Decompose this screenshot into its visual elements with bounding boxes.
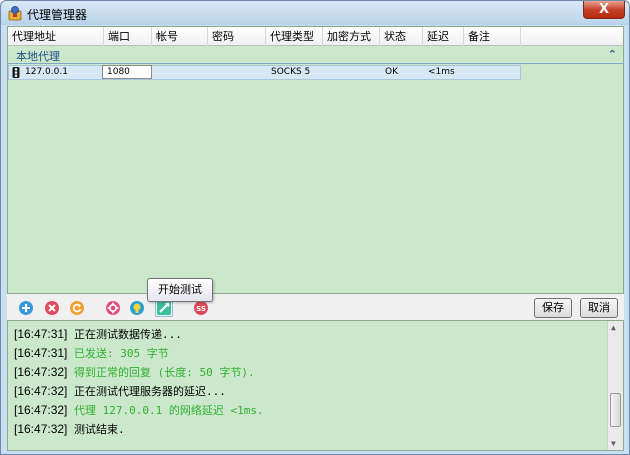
column-header-encryption[interactable]: 加密方式 — [323, 27, 380, 46]
start-test-icon — [157, 301, 171, 315]
log-timestamp: [16:47:32] — [14, 422, 68, 436]
log-message: 已发送: 305 字节 — [74, 347, 169, 360]
traffic-light-icon — [12, 67, 20, 78]
refresh-icon — [70, 301, 84, 315]
log-message: 测试结束. — [74, 423, 125, 436]
cell-status: OK — [385, 67, 398, 77]
save-button[interactable]: 保存 — [534, 298, 572, 318]
log-scrollbar[interactable]: ▲ ▼ — [607, 321, 623, 450]
log-message: 正在测试代理服务器的延迟... — [74, 385, 226, 398]
log-timestamp: [16:47:31] — [14, 327, 68, 341]
add-icon — [19, 301, 33, 315]
refresh-button[interactable] — [69, 300, 85, 316]
ss-icon: SS — [194, 301, 208, 315]
column-header-status[interactable]: 状态 — [380, 27, 423, 46]
log-timestamp: [16:47:32] — [14, 384, 68, 398]
table-row[interactable]: 127.0.0.1 1080 SOCKS 5 OK <1ms — [8, 65, 521, 80]
column-header-account[interactable]: 帐号 — [152, 27, 208, 46]
log-timestamp: [16:47:32] — [14, 403, 68, 417]
log-line: [16:47:32] 代理 127.0.0.1 的网络延迟 <1ms. — [14, 401, 264, 419]
log-message: 得到正常的回复 (长度: 50 字节). — [74, 366, 255, 379]
scroll-down-icon[interactable]: ▼ — [611, 439, 616, 448]
log-panel[interactable]: [16:47:31] 正在测试数据传递... [16:47:31] 已发送: 30… — [7, 320, 624, 451]
collapse-icon[interactable]: ⌃ — [608, 48, 617, 61]
group-row-local-proxy[interactable]: 本地代理 ⌃ — [8, 46, 623, 64]
scroll-up-icon[interactable]: ▲ — [611, 323, 616, 332]
delete-icon — [45, 301, 59, 315]
info-button[interactable] — [129, 300, 145, 316]
cell-password — [209, 66, 267, 79]
cell-note — [465, 66, 521, 79]
proxy-manager-window: 代理管理器 X 代理地址 端口 帐号 密码 代理类型 加密方式 状态 延迟 备注… — [0, 0, 630, 455]
log-timestamp: [16:47:31] — [14, 346, 68, 360]
proxy-grid[interactable]: 代理地址 端口 帐号 密码 代理类型 加密方式 状态 延迟 备注 本地代理 ⌃ — [7, 26, 624, 294]
log-line: [16:47:32] 得到正常的回复 (长度: 50 字节). — [14, 363, 255, 381]
column-header-password[interactable]: 密码 — [208, 27, 266, 46]
cell-encryption — [324, 66, 381, 79]
group-label: 本地代理 — [16, 50, 60, 63]
column-header-type[interactable]: 代理类型 — [266, 27, 323, 46]
scroll-thumb[interactable] — [610, 393, 621, 427]
window-title: 代理管理器 — [27, 8, 88, 22]
log-message: 正在测试数据传递... — [74, 328, 182, 341]
cell-address: 127.0.0.1 — [25, 67, 68, 77]
svg-text:SS: SS — [196, 305, 206, 313]
delete-button[interactable] — [44, 300, 60, 316]
cell-account — [153, 66, 209, 79]
tooltip-start-test: 开始测试 — [147, 278, 213, 302]
ss-button[interactable]: SS — [193, 300, 209, 316]
cell-latency: <1ms — [428, 67, 455, 77]
cell-type: SOCKS 5 — [271, 67, 311, 77]
log-line: [16:47:31] 正在测试数据传递... — [14, 325, 182, 343]
column-header-latency[interactable]: 延迟 — [423, 27, 464, 46]
settings-icon — [106, 301, 120, 315]
cancel-button[interactable]: 取消 — [580, 298, 618, 318]
cell-port-edit[interactable]: 1080 — [102, 65, 152, 79]
close-button[interactable]: X — [583, 1, 625, 19]
client-area: 代理地址 端口 帐号 密码 代理类型 加密方式 状态 延迟 备注 本地代理 ⌃ — [7, 26, 624, 451]
settings-button[interactable] — [105, 300, 121, 316]
log-message: 代理 127.0.0.1 的网络延迟 <1ms. — [74, 404, 264, 417]
add-button[interactable] — [18, 300, 34, 316]
column-header-port[interactable]: 端口 — [104, 27, 152, 46]
log-timestamp: [16:47:32] — [14, 365, 68, 379]
column-header-address[interactable]: 代理地址 — [8, 27, 104, 46]
toolbar: SS — [7, 294, 624, 320]
grid-header: 代理地址 端口 帐号 密码 代理类型 加密方式 状态 延迟 备注 — [8, 27, 623, 46]
info-icon — [130, 301, 144, 315]
log-line: [16:47:31] 已发送: 305 字节 — [14, 344, 169, 362]
log-line: [16:47:32] 测试结束. — [14, 420, 125, 438]
log-line: [16:47:32] 正在测试代理服务器的延迟... — [14, 382, 226, 400]
app-icon — [8, 6, 22, 21]
column-header-note[interactable]: 备注 — [464, 27, 521, 46]
title-bar[interactable]: 代理管理器 X — [1, 1, 629, 25]
